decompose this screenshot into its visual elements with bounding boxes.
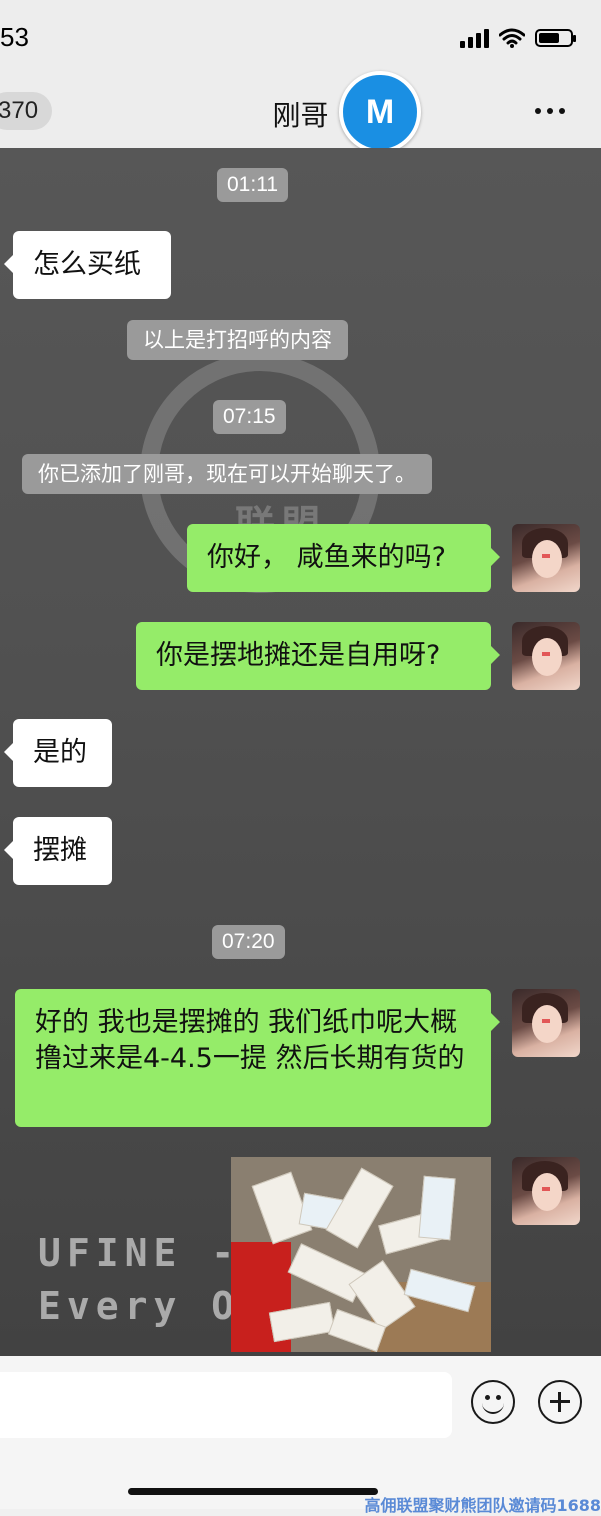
emoji-icon[interactable] — [471, 1380, 515, 1424]
outgoing-message[interactable]: 你好， 咸鱼来的吗? — [187, 524, 500, 592]
timestamp: 07:20 — [212, 925, 285, 959]
more-icon[interactable] — [535, 108, 565, 114]
chat-title: 刚哥 — [272, 99, 329, 132]
app-logo-text: M — [365, 92, 395, 131]
app-logo: M — [339, 71, 421, 153]
user-avatar[interactable] — [512, 989, 580, 1057]
outgoing-message[interactable]: 你是摆地摊还是自用呀? — [136, 622, 500, 690]
image-message[interactable] — [231, 1157, 491, 1352]
signal-icon — [460, 28, 489, 48]
outgoing-message[interactable]: 好的 我也是摆摊的 我们纸巾呢大概撸过来是4-4.5一提 然后长期有货的 — [15, 989, 500, 1127]
chat-header: 370 刚哥 M — [0, 71, 601, 153]
status-bar: 53 — [0, 0, 601, 80]
user-avatar[interactable] — [512, 524, 580, 592]
timestamp: 01:11 — [217, 168, 288, 202]
timestamp: 07:15 — [213, 400, 286, 434]
message-input[interactable] — [0, 1372, 452, 1438]
home-indicator[interactable] — [128, 1488, 378, 1495]
system-message: 以上是打招呼的内容 — [127, 320, 348, 360]
incoming-message[interactable]: 是的 — [4, 719, 112, 787]
user-avatar[interactable] — [512, 622, 580, 690]
status-icons — [460, 28, 576, 48]
corner-watermark: 高佣联盟聚财熊团队邀请码1688 — [364, 1496, 601, 1515]
wifi-icon — [499, 28, 525, 48]
battery-icon — [535, 29, 576, 47]
plus-icon[interactable] — [538, 1380, 582, 1424]
incoming-message[interactable]: 摆摊 — [4, 817, 112, 885]
chat-area[interactable]: 联盟 UFINE - Every On 01:11 怎么买纸 以上是打招呼的内容… — [0, 148, 601, 1356]
status-time: 53 — [0, 22, 29, 52]
input-bar: 高佣联盟聚财熊团队邀请码1688 — [0, 1356, 601, 1515]
incoming-message[interactable]: 怎么买纸 — [4, 231, 171, 299]
system-message: 你已添加了刚哥，现在可以开始聊天了。 — [22, 454, 432, 494]
watermark-line-1: UFINE - — [38, 1231, 241, 1275]
user-avatar[interactable] — [512, 1157, 580, 1225]
